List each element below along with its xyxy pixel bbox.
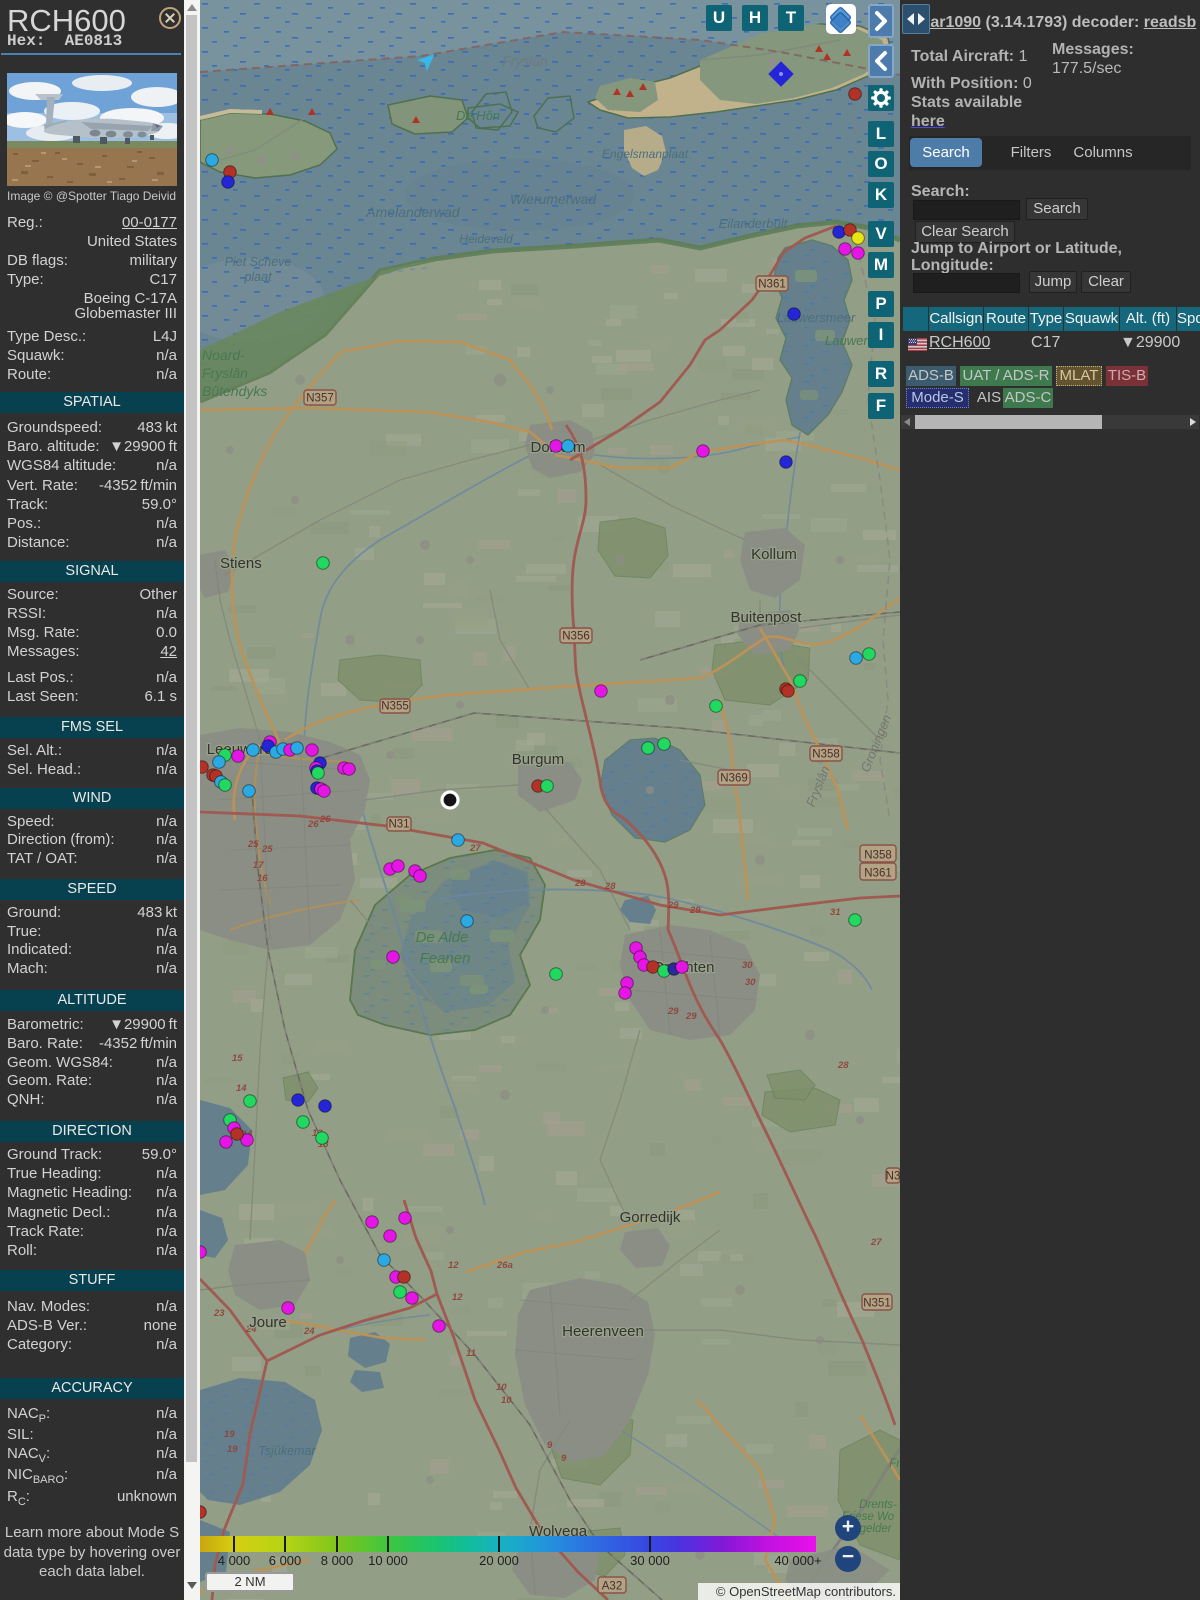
svg-text:Tsjûkemar: Tsjûkemar — [258, 1444, 316, 1458]
svg-text:N31: N31 — [388, 819, 409, 831]
svg-text:11: 11 — [466, 1348, 476, 1359]
svg-text:30: 30 — [742, 960, 753, 971]
svg-text:16: 16 — [257, 873, 268, 884]
svg-text:N358: N358 — [812, 749, 840, 761]
svg-text:N361: N361 — [758, 279, 786, 291]
svg-text:24: 24 — [303, 1326, 315, 1337]
svg-text:Eilanderbult: Eilanderbult — [719, 216, 789, 231]
svg-text:15: 15 — [232, 1053, 243, 1064]
svg-text:N357: N357 — [306, 393, 334, 405]
svg-text:25: 25 — [247, 839, 259, 850]
svg-text:29: 29 — [689, 905, 701, 916]
svg-text:10: 10 — [496, 1382, 507, 1393]
svg-text:N361: N361 — [864, 868, 892, 880]
svg-text:29: 29 — [667, 900, 679, 911]
svg-text:N3: N3 — [886, 1171, 900, 1183]
svg-text:19: 19 — [224, 1429, 235, 1440]
svg-text:Fryslân: Fryslân — [502, 53, 548, 69]
svg-text:Fri: Fri — [889, 1458, 900, 1470]
svg-text:27: 27 — [469, 843, 481, 854]
svg-text:25: 25 — [261, 844, 273, 855]
svg-text:Wierumerwad: Wierumerwad — [510, 191, 597, 207]
svg-text:23: 23 — [213, 1308, 225, 1319]
svg-text:Gorredijk: Gorredijk — [620, 1209, 681, 1226]
svg-text:Buitenpost: Buitenpost — [731, 609, 803, 626]
svg-text:Amelanderwad: Amelanderwad — [365, 204, 461, 220]
svg-text:N358: N358 — [864, 850, 892, 862]
svg-text:Heideveld: Heideveld — [459, 232, 513, 246]
svg-text:26: 26 — [307, 819, 319, 830]
svg-text:28: 28 — [604, 881, 616, 892]
svg-text:28: 28 — [837, 1060, 849, 1071]
svg-text:14: 14 — [236, 1083, 247, 1094]
svg-text:29: 29 — [685, 1011, 697, 1022]
svg-text:Burgum: Burgum — [512, 751, 565, 768]
svg-text:29: 29 — [667, 1006, 679, 1017]
svg-text:Noard-: Noard- — [202, 347, 245, 363]
svg-text:N351: N351 — [863, 1298, 891, 1310]
svg-text:N356: N356 — [562, 631, 590, 643]
svg-text:Bûtendyks: Bûtendyks — [202, 383, 267, 399]
svg-text:N355: N355 — [381, 701, 409, 713]
svg-text:plaat: plaat — [243, 270, 272, 284]
svg-text:A32: A32 — [602, 1581, 622, 1593]
svg-text:12: 12 — [452, 1292, 463, 1303]
svg-text:Kollum: Kollum — [751, 546, 797, 563]
svg-text:9: 9 — [561, 1453, 567, 1464]
svg-text:Engelsmanplaat: Engelsmanplaat — [602, 147, 689, 161]
svg-text:10: 10 — [501, 1395, 512, 1406]
svg-text:Feanen: Feanen — [420, 950, 471, 967]
svg-text:N369: N369 — [720, 773, 748, 785]
svg-text:31: 31 — [830, 907, 841, 918]
svg-text:Joure: Joure — [249, 1314, 287, 1331]
svg-text:28: 28 — [574, 878, 586, 889]
svg-text:Drents-: Drents- — [859, 1499, 897, 1511]
svg-text:Heerenveen: Heerenveen — [562, 1323, 644, 1340]
svg-text:Piet Scheve: Piet Scheve — [225, 255, 292, 269]
svg-text:De Hôn: De Hôn — [456, 108, 500, 123]
svg-text:Fryslân: Fryslân — [202, 365, 248, 381]
svg-text:Stiens: Stiens — [220, 555, 262, 572]
svg-text:19: 19 — [227, 1444, 238, 1455]
svg-text:12: 12 — [448, 1260, 459, 1271]
svg-text:De Alde: De Alde — [416, 929, 469, 946]
svg-text:17: 17 — [253, 860, 264, 871]
svg-text:26: 26 — [319, 814, 331, 825]
svg-text:27: 27 — [870, 1237, 882, 1248]
svg-text:26a: 26a — [496, 1260, 513, 1271]
svg-text:30: 30 — [745, 977, 756, 988]
svg-text:9: 9 — [547, 1440, 553, 1451]
